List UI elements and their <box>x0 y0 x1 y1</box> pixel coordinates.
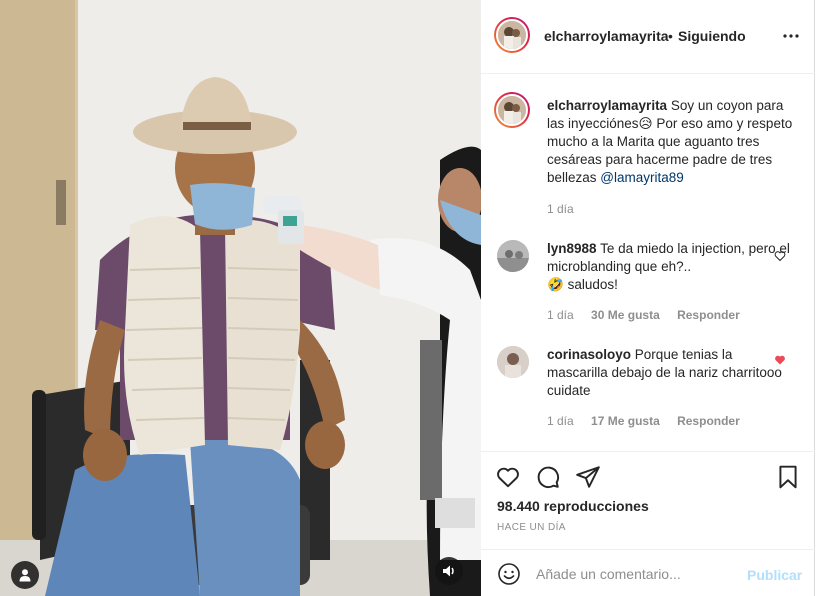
caption-text: elcharroylamayrita Soy un coyon para las… <box>547 97 793 187</box>
comment-username[interactable]: corinasoloyo <box>547 347 631 362</box>
action-bar <box>481 460 815 494</box>
comment-meta: 1 día 17 Me gusta Responder <box>547 414 754 428</box>
caption-meta: 1 día <box>547 202 588 216</box>
caption-avatar[interactable] <box>494 92 530 128</box>
comment-emoji: 🤣 <box>547 277 564 292</box>
avatar-image <box>497 240 529 272</box>
comment-input[interactable] <box>536 563 736 585</box>
author-username[interactable]: elcharroylamayrita <box>544 28 669 44</box>
commenter-avatar[interactable] <box>497 346 529 378</box>
post-comment-button[interactable]: Publicar <box>747 567 802 583</box>
user-tag-button[interactable] <box>11 561 39 589</box>
reply-button[interactable]: Responder <box>677 414 740 428</box>
comment-icon[interactable] <box>535 464 561 490</box>
post-age[interactable]: HACE UN DÍA <box>497 522 566 533</box>
comment-username[interactable]: lyn8988 <box>547 241 597 256</box>
speaker-icon <box>443 565 454 577</box>
avatar-image <box>498 96 526 124</box>
comment-like-heart-icon[interactable] <box>774 250 786 262</box>
user-tag-icon <box>19 569 31 582</box>
post-header: elcharroylamayrita • Siguiendo <box>481 0 815 73</box>
bookmark-icon[interactable] <box>775 464 801 490</box>
author-avatar[interactable] <box>494 17 530 53</box>
paper-plane-icon[interactable] <box>575 464 601 490</box>
comment-composer: Publicar <box>481 549 815 596</box>
caption-emoji: 😥 <box>638 116 653 131</box>
post-video[interactable] <box>0 0 481 596</box>
comment-time[interactable]: 1 día <box>547 308 574 322</box>
commenter-avatar[interactable] <box>497 240 529 272</box>
comment-time[interactable]: 1 día <box>547 414 574 428</box>
comment-likes[interactable]: 30 Me gusta <box>591 308 660 322</box>
post-details-panel: elcharroylamayrita • Siguiendo elcharroy… <box>481 0 815 596</box>
caption-username[interactable]: elcharroylamayrita <box>547 98 667 113</box>
separator-dot: • <box>668 28 673 44</box>
comment-meta: 1 día 30 Me gusta Responder <box>547 308 754 322</box>
more-options-icon <box>783 34 799 38</box>
comment-text: corinasoloyo Porque tenias la mascarilla… <box>547 346 793 400</box>
emoji-icon[interactable] <box>497 562 521 586</box>
avatar-image <box>497 346 529 378</box>
heart-icon[interactable] <box>495 464 521 490</box>
video-frame <box>0 0 481 596</box>
header-divider <box>481 73 815 74</box>
sound-toggle-button[interactable] <box>435 557 463 585</box>
reply-button[interactable]: Responder <box>677 308 740 322</box>
comment-body-2: saludos! <box>567 277 618 292</box>
following-button[interactable]: Siguiendo <box>678 28 746 44</box>
caption-time[interactable]: 1 día <box>547 202 574 216</box>
comment-liked-heart-icon[interactable] <box>774 354 786 366</box>
caption-mention[interactable]: @lamayrita89 <box>600 170 684 185</box>
actions-divider <box>481 451 815 452</box>
view-count[interactable]: 98.440 reproducciones <box>497 498 649 514</box>
more-options-button[interactable] <box>781 26 801 46</box>
avatar-image <box>498 21 526 49</box>
comment-likes[interactable]: 17 Me gusta <box>591 414 660 428</box>
comment-text: lyn8988 Te da miedo la injection, pero e… <box>547 240 793 294</box>
